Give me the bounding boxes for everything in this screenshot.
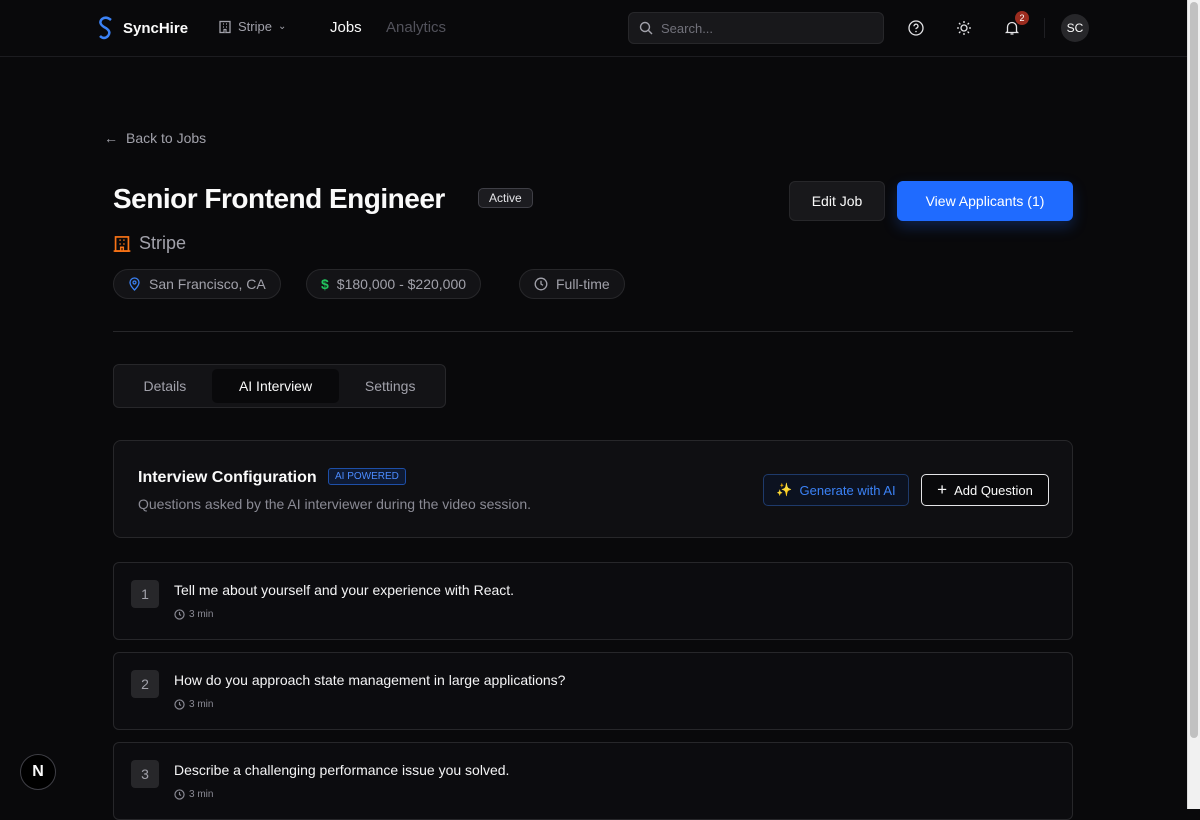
- clock-icon: [534, 277, 548, 291]
- arrow-left-icon: ←: [104, 130, 118, 146]
- help-icon[interactable]: [906, 18, 926, 38]
- org-name: Stripe: [238, 19, 272, 34]
- building-icon: [218, 20, 232, 34]
- salary-text: $180,000 - $220,000: [337, 276, 466, 292]
- building-icon: [113, 235, 131, 253]
- question-text: How do you approach state management in …: [174, 672, 565, 688]
- duration-text: 3 min: [189, 609, 213, 620]
- question-duration: 3 min: [174, 789, 213, 800]
- back-to-jobs-link[interactable]: ← Back to Jobs: [104, 130, 206, 146]
- tab-ai-interview[interactable]: AI Interview: [212, 369, 340, 403]
- search-box[interactable]: [628, 12, 884, 44]
- question-number: 2: [131, 670, 159, 698]
- map-pin-icon: [128, 277, 141, 291]
- duration-text: 3 min: [189, 789, 213, 800]
- duration-text: 3 min: [189, 699, 213, 710]
- question-text: Describe a challenging performance issue…: [174, 762, 509, 778]
- nav-jobs[interactable]: Jobs: [330, 19, 362, 36]
- location-text: San Francisco, CA: [149, 276, 266, 292]
- question-duration: 3 min: [174, 609, 213, 620]
- question-number: 1: [131, 580, 159, 608]
- location-pill: San Francisco, CA: [113, 269, 281, 299]
- dollar-icon: $: [321, 276, 329, 292]
- question-text: Tell me about yourself and your experien…: [174, 582, 514, 598]
- tab-settings[interactable]: Settings: [339, 369, 441, 403]
- status-badge: Active: [478, 188, 533, 208]
- scrollbar[interactable]: [1187, 0, 1200, 809]
- add-question-button[interactable]: + Add Question: [921, 474, 1049, 506]
- sparkles-icon: ✨: [776, 482, 792, 498]
- job-type-text: Full-time: [556, 276, 610, 292]
- theme-toggle-sun-icon[interactable]: [954, 18, 974, 38]
- salary-pill: $ $180,000 - $220,000: [306, 269, 481, 299]
- tab-bar: Details AI Interview Settings: [113, 364, 446, 408]
- page-title: Senior Frontend Engineer: [113, 183, 445, 215]
- search-input[interactable]: [661, 21, 861, 36]
- config-title: Interview Configuration: [138, 469, 317, 487]
- tab-details[interactable]: Details: [118, 369, 212, 403]
- edit-job-button[interactable]: Edit Job: [789, 181, 885, 221]
- generate-label: Generate with AI: [800, 483, 896, 498]
- top-nav: SyncHire Stripe ⌄ Jobs Analytics 2 SC: [0, 0, 1187, 57]
- app-name: SyncHire: [123, 20, 188, 37]
- nav-analytics[interactable]: Analytics: [386, 19, 446, 36]
- add-question-label: Add Question: [954, 483, 1033, 498]
- back-label: Back to Jobs: [126, 130, 206, 146]
- job-type-pill: Full-time: [519, 269, 625, 299]
- clock-icon: [174, 699, 185, 710]
- question-number: 3: [131, 760, 159, 788]
- notification-badge: 2: [1015, 11, 1029, 25]
- question-item[interactable]: 3 Describe a challenging performance iss…: [113, 742, 1073, 820]
- question-item[interactable]: 1 Tell me about yourself and your experi…: [113, 562, 1073, 640]
- config-subtitle: Questions asked by the AI interviewer du…: [138, 496, 531, 512]
- synchire-logo-icon: [97, 16, 115, 40]
- company: Stripe: [113, 233, 186, 254]
- divider: [1044, 18, 1045, 38]
- chevron-down-icon: ⌄: [278, 21, 286, 32]
- plus-icon: +: [937, 480, 947, 500]
- divider: [113, 331, 1073, 332]
- nextjs-devtools-icon[interactable]: N: [20, 754, 56, 790]
- generate-with-ai-button[interactable]: ✨ Generate with AI: [763, 474, 909, 506]
- ai-powered-badge: AI POWERED: [328, 468, 406, 485]
- org-switcher[interactable]: Stripe ⌄: [218, 19, 286, 34]
- interview-configuration-card: Interview Configuration AI POWERED Quest…: [113, 440, 1073, 538]
- clock-icon: [174, 789, 185, 800]
- view-applicants-button[interactable]: View Applicants (1): [897, 181, 1073, 221]
- search-icon: [639, 21, 653, 35]
- question-item[interactable]: 2 How do you approach state management i…: [113, 652, 1073, 730]
- question-duration: 3 min: [174, 699, 213, 710]
- company-name: Stripe: [139, 233, 186, 254]
- app-logo[interactable]: SyncHire: [97, 16, 188, 40]
- avatar[interactable]: SC: [1061, 14, 1089, 42]
- clock-icon: [174, 609, 185, 620]
- scrollbar-thumb[interactable]: [1190, 2, 1198, 738]
